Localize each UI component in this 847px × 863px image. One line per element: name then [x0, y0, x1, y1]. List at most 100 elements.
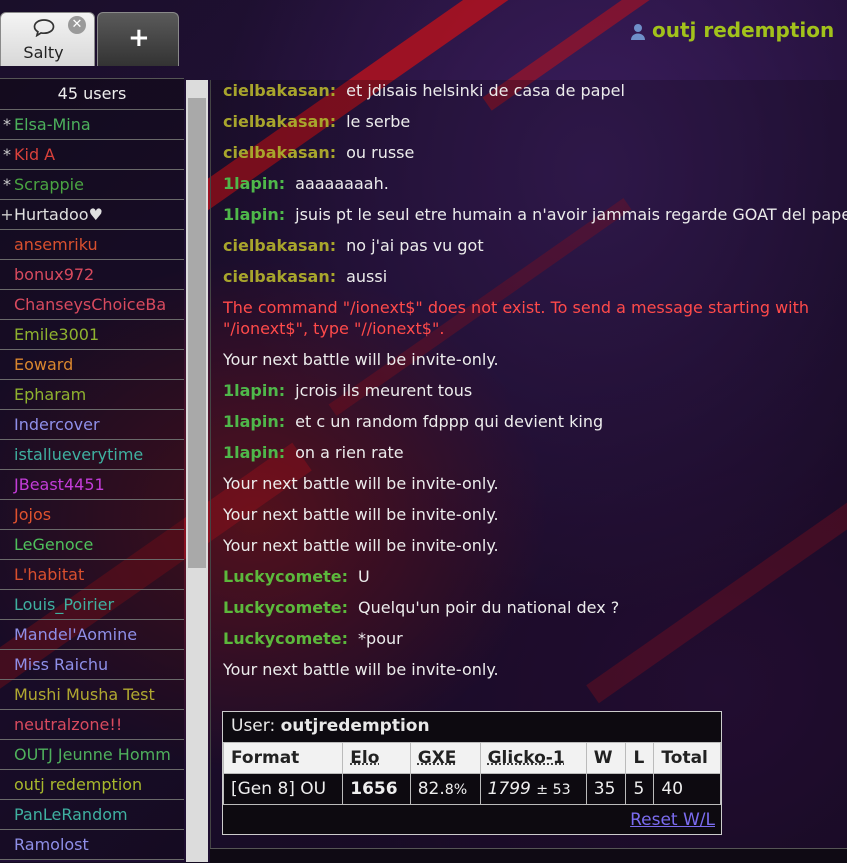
user-rank: *	[3, 175, 11, 194]
cell-elo: 1656	[342, 773, 411, 805]
chat-message: cielbakasan: aussi	[223, 266, 847, 287]
user-name: Ramolost	[14, 835, 89, 854]
user-name: outj redemption	[14, 775, 143, 794]
userlist-item[interactable]: Ramolost	[0, 830, 184, 860]
user-name: Hurtadoo♥	[14, 205, 103, 224]
user-icon	[631, 23, 645, 40]
userlist-item[interactable]: Emile3001	[0, 320, 184, 350]
userlist-item[interactable]: JBeast4451	[0, 470, 184, 500]
userlist-item[interactable]: ansemriku	[0, 230, 184, 260]
message-text: et c un random fdppp qui devient king	[295, 412, 604, 431]
chat-message: Luckycomete: Quelqu'un poir du national d…	[223, 597, 847, 618]
chat-message: cielbakasan: le serbe	[223, 111, 847, 132]
message-author[interactable]: 1lapin:	[223, 381, 285, 400]
message-text: aaaaaaaah.	[295, 174, 389, 193]
new-room-button[interactable]: +	[97, 12, 179, 66]
chat-message: cielbakasan: et jdisais helsinki de casa …	[223, 80, 847, 101]
cell-total: 40	[653, 773, 721, 805]
user-name: PanLeRandom	[14, 805, 128, 824]
user-count: 45 users	[0, 79, 184, 110]
userlist-item[interactable]: OUTJ Jeunne Homm	[0, 740, 184, 770]
message-author[interactable]: Luckycomete:	[223, 629, 348, 648]
close-icon[interactable]: ✕	[68, 16, 86, 34]
message-text: *pour	[358, 629, 403, 648]
cell-gxe: 82.8%	[409, 773, 481, 805]
userlist-scrollbar-thumb[interactable]	[188, 98, 206, 568]
message-author[interactable]: 1lapin:	[223, 443, 285, 462]
user-menu-button[interactable]: outj redemption	[630, 18, 834, 42]
table-header-row: Format Elo GXE Glicko-1 W L Total	[222, 742, 721, 774]
userlist-item[interactable]: PanLeRandom	[0, 800, 184, 830]
message-author[interactable]: cielbakasan:	[223, 112, 336, 131]
chat-message: 1lapin: jcrois ils meurent tous	[223, 380, 847, 401]
userlist-item[interactable]: * Elsa-Mina	[0, 110, 184, 140]
system-message: Your next battle will be invite-only.	[223, 660, 499, 679]
userlist-item[interactable]: LeGenoce	[0, 530, 184, 560]
chat-message: 1lapin: aaaaaaaah.	[223, 173, 847, 194]
user-name: Louis_Poirier	[14, 595, 115, 614]
col-w: W	[585, 742, 627, 774]
stats-user-line: User: outjredemption	[223, 712, 721, 740]
tab-salty[interactable]: Salty ✕	[0, 12, 95, 66]
message-author[interactable]: cielbakasan:	[223, 81, 336, 100]
userlist-item[interactable]: bonux972	[0, 260, 184, 290]
col-elo-label: Elo	[350, 748, 380, 768]
chat-message: Luckycomete: U	[223, 566, 847, 587]
userlist-item[interactable]: Mandel'Aomine	[0, 620, 184, 650]
chat-message: 1lapin: on a rien rate	[223, 442, 847, 463]
message-author[interactable]: Luckycomete:	[223, 598, 348, 617]
message-text: jsuis pt le seul etre humain a n'avoir j…	[295, 205, 847, 224]
col-elo: Elo	[342, 742, 411, 774]
message-text: on a rien rate	[295, 443, 404, 462]
userlist-item[interactable]: ChanseysChoiceBa	[0, 290, 184, 320]
col-total: Total	[653, 742, 721, 774]
message-text: U	[358, 567, 370, 586]
user-name: istallueverytime	[14, 445, 144, 464]
tab-salty-label: Salty	[23, 43, 64, 62]
userlist-item[interactable]: istallueverytime	[0, 440, 184, 470]
userlist-item[interactable]: Louis_Poirier	[0, 590, 184, 620]
message-author[interactable]: cielbakasan:	[223, 236, 336, 255]
user-name: neutralzone!!	[14, 715, 123, 734]
message-author[interactable]: cielbakasan:	[223, 143, 336, 162]
userlist-item[interactable]: L'habitat	[0, 560, 184, 590]
rating-stats-box: User: outjredemption Format Elo GXE Glic…	[222, 711, 722, 835]
user-name: Indercover	[14, 415, 100, 434]
user-name: Jojos	[14, 505, 52, 524]
current-username: outj redemption	[652, 18, 835, 42]
userlist-item[interactable]: * Kid A	[0, 140, 184, 170]
chat-bubble-icon	[33, 19, 55, 37]
reset-wl-link[interactable]: Reset W/L	[630, 810, 715, 830]
message-text: ou russe	[346, 143, 415, 162]
user-name: ansemriku	[14, 235, 98, 254]
message-author[interactable]: cielbakasan:	[223, 267, 336, 286]
chat-message: Luckycomete: *pour	[223, 628, 847, 649]
cell-format: [Gen 8] OU	[222, 773, 344, 805]
user-name: bonux972	[14, 265, 95, 284]
system-message: Your next battle will be invite-only.	[223, 350, 499, 369]
userlist-item[interactable]: * Scrappie	[0, 170, 184, 200]
user-name: ChanseysChoiceBa	[14, 295, 167, 314]
user-name: Elsa-Mina	[14, 115, 91, 134]
userlist-item[interactable]: Miss Raichu	[0, 650, 184, 680]
plus-icon: +	[128, 23, 150, 53]
userlist-item[interactable]: Mushi Musha Test	[0, 680, 184, 710]
userlist-item[interactable]: neutralzone!!	[0, 710, 184, 740]
message-author[interactable]: 1lapin:	[223, 174, 285, 193]
userlist-item[interactable]: outj redemption	[0, 770, 184, 800]
message-author[interactable]: 1lapin:	[223, 205, 285, 224]
user-name: OUTJ Jeunne Homm	[14, 745, 171, 764]
system-message: Your next battle will be invite-only.	[223, 474, 499, 493]
chat-message: cielbakasan: ou russe	[223, 142, 847, 163]
userlist-item[interactable]: Jojos	[0, 500, 184, 530]
userlist-item[interactable]: Eoward	[0, 350, 184, 380]
user-name: Emile3001	[14, 325, 100, 344]
userlist-item[interactable]: Indercover	[0, 410, 184, 440]
userlist-item[interactable]: +Hurtadoo♥	[0, 200, 184, 230]
userlist-item[interactable]: Epharam	[0, 380, 184, 410]
user-name: Mushi Musha Test	[14, 685, 155, 704]
message-text: Quelqu'un poir du national dex ?	[358, 598, 620, 617]
message-author[interactable]: Luckycomete:	[223, 567, 348, 586]
message-text: et jdisais helsinki de casa de papel	[346, 81, 625, 100]
message-author[interactable]: 1lapin:	[223, 412, 285, 431]
